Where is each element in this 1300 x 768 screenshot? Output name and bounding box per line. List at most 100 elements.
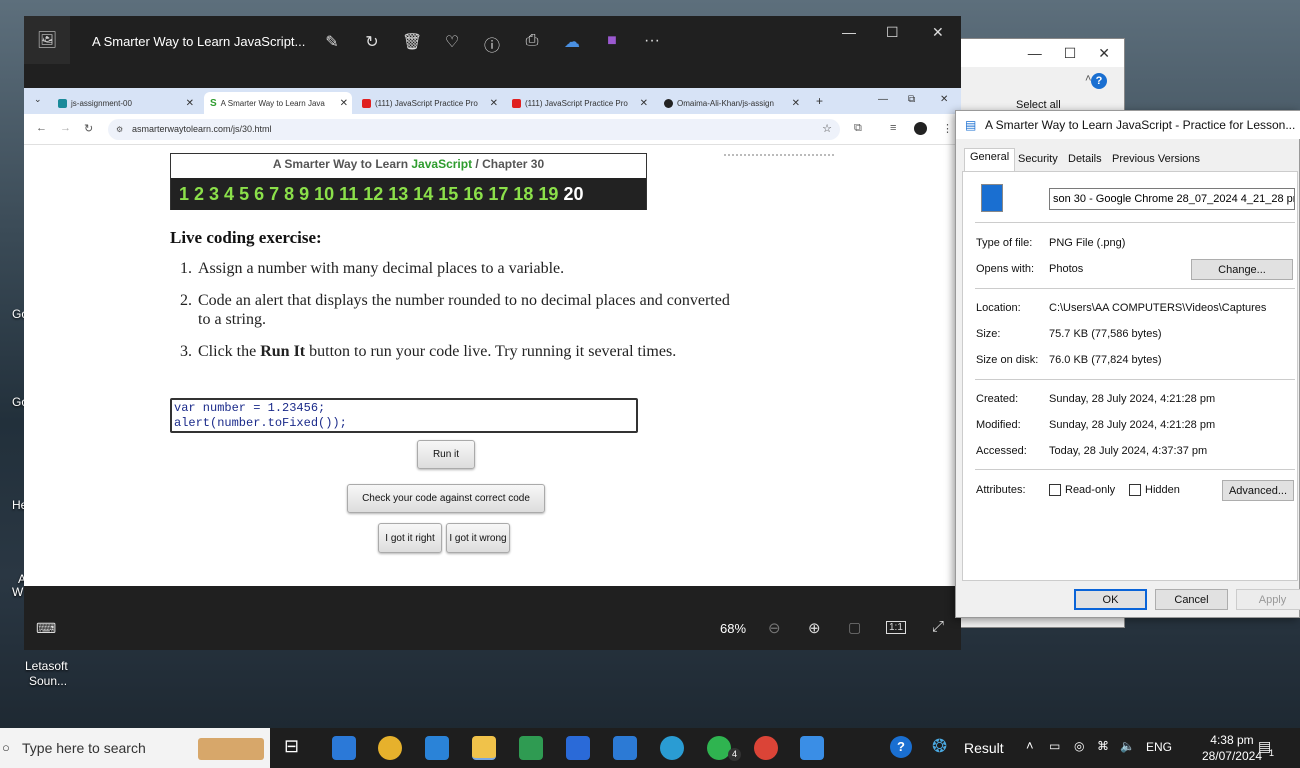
run-it-button[interactable]: Run it <box>417 440 475 469</box>
tab-security[interactable]: Security <box>1013 151 1063 167</box>
favorite-icon[interactable]: ♡ <box>442 32 462 52</box>
tab-general[interactable]: General <box>964 148 1016 172</box>
mail-icon[interactable] <box>613 736 637 760</box>
close-tab-icon[interactable]: ✕ <box>792 98 800 109</box>
chapter-link[interactable]: 19 <box>538 184 558 205</box>
profile-avatar[interactable] <box>914 122 927 135</box>
minimize-icon[interactable]: — <box>1028 45 1042 61</box>
camera-icon[interactable]: ◎ <box>1074 739 1084 753</box>
desktop-label-letasoft[interactable]: Letasoft <box>25 659 68 673</box>
new-tab-icon[interactable]: + <box>816 94 823 108</box>
maximize-icon[interactable]: ☐ <box>1064 45 1077 62</box>
got-it-right-button[interactable]: I got it right <box>378 523 442 553</box>
extensions-icon[interactable]: ⧉ <box>854 122 862 135</box>
back-icon[interactable]: ← <box>36 122 47 134</box>
fit-icon[interactable]: ▢ <box>848 619 861 636</box>
edit-icon[interactable]: ✎ <box>322 32 342 52</box>
print-icon[interactable]: ⎙ <box>522 32 542 50</box>
site-info-icon[interactable]: ⚙ <box>116 119 123 140</box>
advanced-button[interactable]: Advanced... <box>1222 480 1294 501</box>
microsoft-store-icon[interactable] <box>332 736 356 760</box>
chapter-link-current[interactable]: 20 <box>563 184 583 205</box>
code-editor[interactable]: var number = 1.23456; alert(number.toFixe… <box>170 398 638 433</box>
close-tab-icon[interactable]: ✕ <box>340 98 348 109</box>
close-tab-icon[interactable]: ✕ <box>640 98 648 109</box>
help-icon[interactable]: ? <box>890 736 912 758</box>
taskbar-search[interactable]: ○ Type here to search <box>0 728 270 768</box>
fullscreen-icon[interactable]: ⤢ <box>932 618 944 635</box>
help-icon[interactable]: ? <box>1091 73 1107 89</box>
chapter-link[interactable]: 15 <box>438 184 458 205</box>
photos-icon[interactable] <box>800 736 824 760</box>
network-icon[interactable]: ⌘ <box>1097 739 1109 753</box>
chapter-link[interactable]: 2 <box>194 184 204 205</box>
rotate-icon[interactable]: ↻ <box>362 32 382 52</box>
change-button[interactable]: Change... <box>1191 259 1293 280</box>
apply-button[interactable]: Apply <box>1236 589 1300 610</box>
zoom-in-icon[interactable]: ⊕ <box>808 619 821 637</box>
menu-icon[interactable]: ⋮ <box>942 122 953 135</box>
hidden-checkbox[interactable]: Hidden <box>1129 484 1180 497</box>
desktop-label-letasoft-2[interactable]: Soun... <box>29 674 67 688</box>
bookmark-star-icon[interactable]: ☆ <box>822 119 832 140</box>
chapter-link[interactable]: 3 <box>209 184 219 205</box>
chapter-link[interactable]: 1 <box>179 184 189 205</box>
reload-icon[interactable]: ↻ <box>84 122 93 135</box>
chapter-link[interactable]: 6 <box>254 184 264 205</box>
got-it-wrong-button[interactable]: I got it wrong <box>446 523 510 553</box>
zoom-out-icon[interactable]: ⊖ <box>768 619 781 637</box>
chevron-up-icon[interactable]: ˄ <box>1026 738 1034 753</box>
clock[interactable]: 4:38 pm 28/07/2024 <box>1202 732 1262 764</box>
chapter-link[interactable]: 14 <box>413 184 433 205</box>
media-icon[interactable]: ≡ <box>890 122 896 134</box>
chapter-link[interactable]: 10 <box>314 184 334 205</box>
chapter-link[interactable]: 5 <box>239 184 249 205</box>
desktop-label[interactable]: W <box>12 585 23 599</box>
file-explorer-icon[interactable] <box>472 736 496 760</box>
chapter-link[interactable]: 9 <box>299 184 309 205</box>
clipchamp-icon[interactable]: ■ <box>602 32 622 50</box>
filename-input[interactable]: son 30 - Google Chrome 28_07_2024 4_21_2… <box>1049 188 1295 210</box>
minimize-icon[interactable]: — <box>842 24 856 40</box>
chrome-icon[interactable] <box>378 736 402 760</box>
more-icon[interactable]: ··· <box>642 32 662 50</box>
chapter-link[interactable]: 13 <box>388 184 408 205</box>
close-icon[interactable]: ✕ <box>1098 45 1110 62</box>
chapter-link[interactable]: 11 <box>339 184 358 205</box>
close-icon[interactable]: ✕ <box>940 94 948 105</box>
tab-details[interactable]: Details <box>1063 151 1107 167</box>
devtools-icon[interactable] <box>566 736 590 760</box>
forward-icon[interactable]: → <box>60 122 71 134</box>
language-indicator[interactable]: ENG <box>1146 740 1172 754</box>
close-icon[interactable]: ✕ <box>932 24 944 41</box>
tab-youtube-1[interactable]: (111) JavaScript Practice Pro ✕ <box>356 92 502 114</box>
url-field[interactable]: ⚙ asmarterwaytolearn.com/js/30.html ☆ <box>108 119 840 140</box>
tab-search-icon[interactable]: ⌄ <box>34 94 42 105</box>
battery-icon[interactable]: ▭ <box>1049 739 1060 753</box>
meet-icon[interactable] <box>519 736 543 760</box>
task-view-icon[interactable]: ⊟ <box>284 736 299 757</box>
check-code-button[interactable]: Check your code against correct code <box>347 484 545 513</box>
chapter-link[interactable]: 7 <box>269 184 279 205</box>
chapter-link[interactable]: 16 <box>463 184 483 205</box>
cancel-button[interactable]: Cancel <box>1155 589 1228 610</box>
chapter-link[interactable]: 12 <box>363 184 383 205</box>
tab-previous-versions[interactable]: Previous Versions <box>1107 151 1205 167</box>
tab-youtube-2[interactable]: (111) JavaScript Practice Pro ✕ <box>506 92 652 114</box>
edge-icon[interactable] <box>660 736 684 760</box>
weather-icon[interactable]: ❂ <box>932 736 947 757</box>
ok-button[interactable]: OK <box>1074 589 1147 610</box>
volume-icon[interactable]: 🔈 <box>1120 739 1135 753</box>
close-tab-icon[interactable]: ✕ <box>490 98 498 109</box>
restore-icon[interactable]: ⧉ <box>908 94 915 105</box>
minimize-icon[interactable]: — <box>878 94 888 105</box>
chapter-link[interactable]: 18 <box>513 184 533 205</box>
chapter-link[interactable]: 17 <box>488 184 508 205</box>
delete-icon[interactable]: 🗑 <box>402 32 422 52</box>
chrome-profile-icon[interactable] <box>754 736 778 760</box>
result-label[interactable]: Result <box>964 740 1004 756</box>
chapter-link[interactable]: 4 <box>224 184 234 205</box>
chapter-link[interactable]: 8 <box>284 184 294 205</box>
info-icon[interactable]: ⓘ <box>482 32 502 56</box>
actual-size-icon[interactable]: 1:1 <box>886 621 906 634</box>
